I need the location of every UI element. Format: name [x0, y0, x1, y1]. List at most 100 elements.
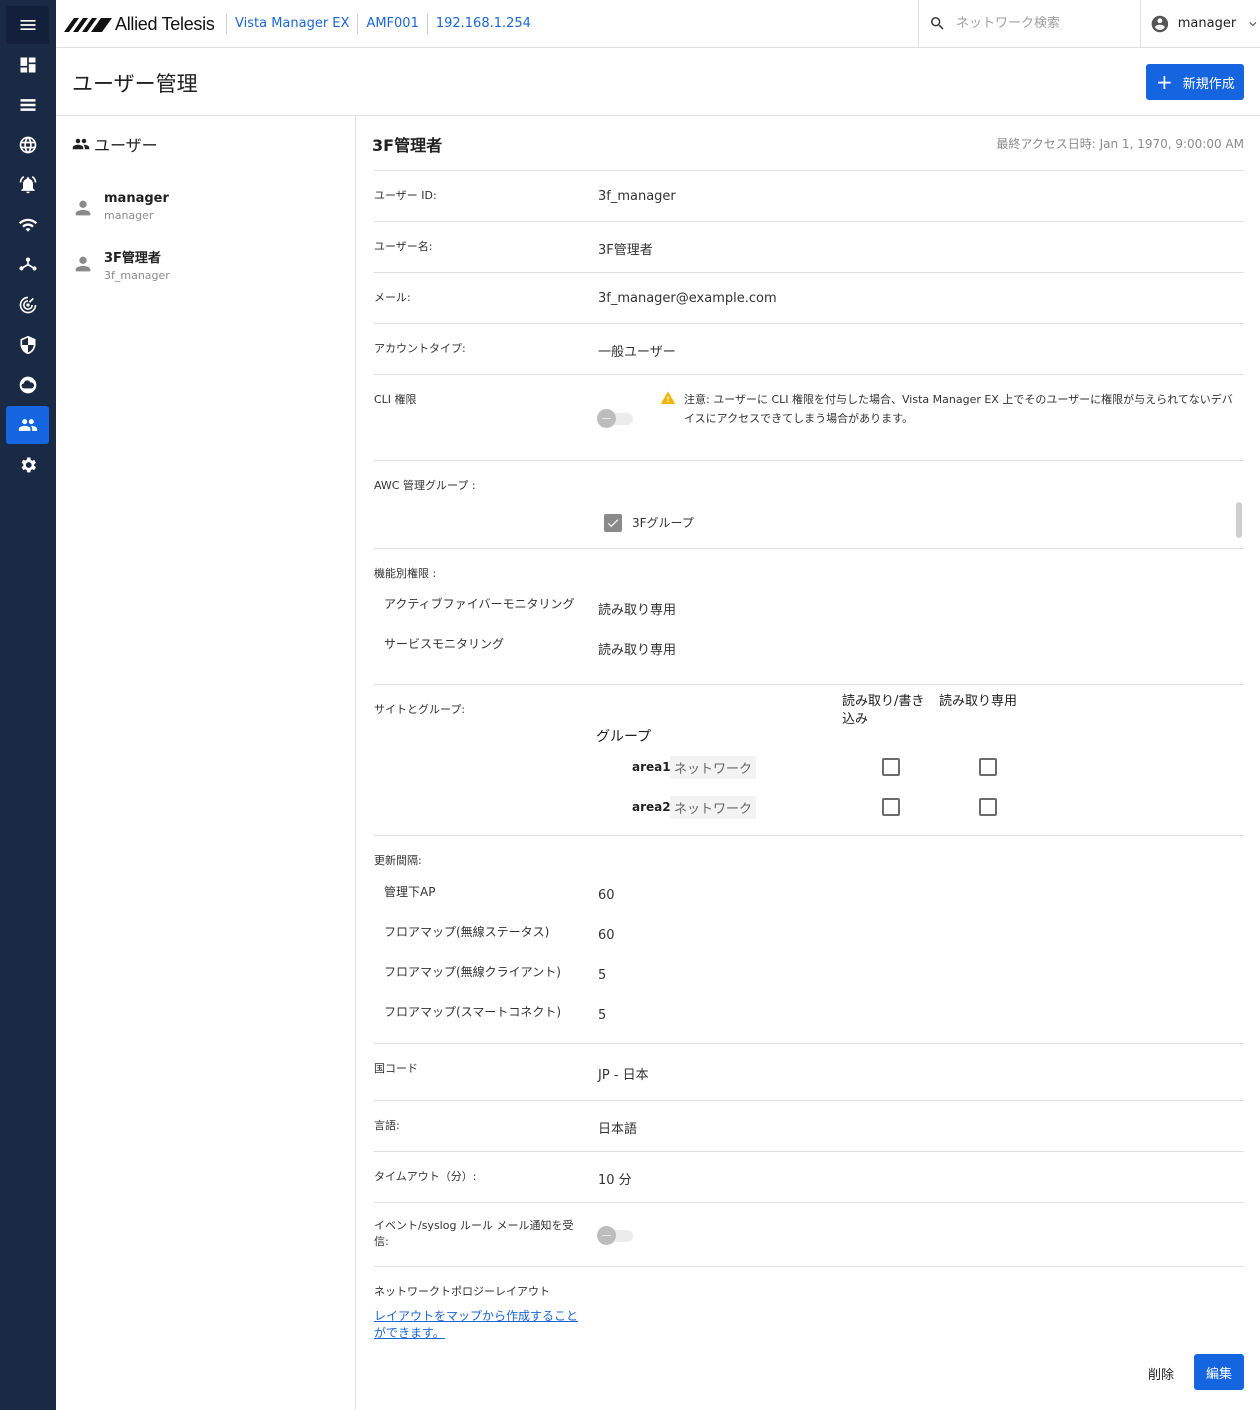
globe-icon[interactable]	[6, 126, 49, 164]
user-menu[interactable]: manager	[1140, 0, 1260, 47]
area-type-tag: ネットワーク	[670, 796, 757, 819]
breadcrumb-ip[interactable]: 192.168.1.254	[426, 14, 539, 34]
last-access: 最終アクセス日時: Jan 1, 1970, 9:00:00 AM	[996, 137, 1244, 151]
refresh-item-name: フロアマップ(スマートコネクト)	[384, 1005, 562, 1019]
delete-button[interactable]: 削除	[1148, 1364, 1174, 1383]
user-list-item[interactable]: manager manager	[72, 191, 332, 235]
timeout-label: タイムアウト（分）:	[374, 1170, 477, 1183]
security-shield-icon[interactable]	[6, 326, 49, 364]
refresh-item-name: フロアマップ(無線ステータス)	[384, 925, 550, 939]
divider	[374, 221, 1244, 222]
sites-groups-label: サイトとグループ:	[374, 703, 466, 716]
user-login-id: 3f_manager	[104, 269, 170, 282]
breadcrumb-amf[interactable]: AMF001	[357, 14, 426, 34]
topology-layout-label: ネットワークトポロジーレイアウト	[374, 1285, 550, 1298]
timeout-value: 10 分	[598, 1173, 632, 1188]
area1-read-only-checkbox[interactable]	[979, 758, 997, 776]
func-perm-value: 読み取り専用	[598, 603, 677, 618]
area-type-tag: ネットワーク	[670, 756, 757, 779]
user-login-id: manager	[104, 209, 154, 222]
menu-icon[interactable]	[6, 6, 49, 44]
current-username: manager	[1177, 16, 1237, 31]
event-mail-toggle[interactable]	[597, 1225, 633, 1245]
edit-button[interactable]: 編集	[1194, 1354, 1244, 1390]
breadcrumb: Vista Manager EX AMF001 192.168.1.254	[226, 14, 539, 34]
divider	[374, 1100, 1244, 1101]
alarm-icon[interactable]	[6, 166, 49, 204]
mail-value: 3f_manager@example.com	[598, 291, 777, 306]
mail-label: メール:	[374, 291, 411, 304]
refresh-item-name: フロアマップ(無線クライアント)	[384, 965, 561, 979]
area-name: area1	[632, 760, 671, 774]
users-icon	[72, 138, 90, 150]
divider	[374, 1266, 1244, 1267]
cli-warning-text: 注意: ユーザーに CLI 権限を付与した場合、Vista Manager EX…	[684, 393, 1233, 425]
awc-group-name: 3Fグループ	[632, 516, 694, 530]
area1-read-write-checkbox[interactable]	[882, 758, 900, 776]
person-icon	[75, 200, 91, 216]
awc-group-checkbox[interactable]	[604, 514, 622, 532]
area2-read-only-checkbox[interactable]	[979, 798, 997, 816]
dashboard-icon[interactable]	[6, 46, 49, 84]
func-perm-name: アクティブファイバーモニタリング	[384, 597, 575, 611]
wifi-icon[interactable]	[6, 206, 49, 244]
function-permission-label: 機能別権限 :	[374, 567, 437, 580]
settings-gear-icon[interactable]	[6, 446, 49, 484]
area-name: area2	[632, 800, 671, 814]
divider	[374, 460, 1244, 461]
nav-rail	[0, 0, 56, 1410]
refresh-interval-label: 更新間隔:	[374, 854, 422, 867]
cloud-icon[interactable]	[6, 366, 49, 404]
refresh-item-value: 60	[598, 888, 615, 903]
person-icon	[75, 256, 91, 272]
network-search	[918, 0, 1140, 47]
user-list-heading: ユーザー	[72, 132, 158, 156]
user-list-title: ユーザー	[94, 136, 158, 155]
allied-telesis-logo[interactable]: Allied Telesis	[64, 12, 215, 36]
column-read-write: 読み取り/書き込み	[842, 694, 925, 727]
chevron-down-icon	[1249, 21, 1257, 26]
plus-icon: +	[1156, 70, 1173, 94]
language-value: 日本語	[598, 1122, 638, 1137]
new-user-button-label: 新規作成	[1182, 76, 1235, 92]
account-type-label: アカウントタイプ:	[374, 342, 466, 355]
awc-group-label: AWC 管理グループ :	[374, 479, 476, 492]
area2-read-write-checkbox[interactable]	[882, 798, 900, 816]
users-icon[interactable]	[6, 406, 49, 444]
user-name-value: 3F管理者	[598, 243, 653, 258]
user-id-label: ユーザー ID:	[374, 189, 437, 202]
new-user-button[interactable]: + 新規作成	[1146, 64, 1244, 100]
user-display-name: manager	[104, 191, 169, 206]
column-read-only: 読み取り専用	[939, 694, 1018, 709]
refresh-item-value: 60	[598, 928, 615, 943]
user-name-label: ユーザー名:	[374, 240, 433, 253]
user-id-value: 3f_manager	[598, 189, 676, 204]
search-input[interactable]	[956, 16, 1126, 31]
topology-layout-link[interactable]: レイアウトをマップから作成することができます。	[374, 1308, 584, 1342]
language-label: 言語:	[374, 1119, 400, 1132]
breadcrumb-product[interactable]: Vista Manager EX	[226, 14, 357, 34]
divider	[374, 1043, 1244, 1044]
monitor-icon[interactable]	[6, 286, 49, 324]
divider	[374, 170, 1244, 171]
page-header: ユーザー管理 + 新規作成	[56, 48, 1260, 116]
event-mail-label: イベント/syslog ルール メール通知を受信:	[374, 1219, 574, 1248]
user-list-item[interactable]: 3F管理者 3f_manager	[72, 247, 332, 291]
page-title: ユーザー管理	[72, 72, 198, 96]
account-circle-icon	[1151, 15, 1169, 32]
awc-scrollbar[interactable]	[1236, 502, 1242, 538]
refresh-item-name: 管理下AP	[384, 885, 436, 899]
logo-text: Allied Telesis	[115, 13, 215, 34]
cli-permission-toggle[interactable]	[597, 408, 633, 428]
list-icon[interactable]	[6, 86, 49, 124]
user-display-name: 3F管理者	[104, 251, 161, 266]
detail-title: 3F管理者	[372, 136, 443, 155]
search-icon	[931, 17, 944, 30]
app-header: Allied Telesis Vista Manager EX AMF001 1…	[56, 0, 1260, 48]
logo-mark-icon	[64, 18, 112, 32]
topology-icon[interactable]	[6, 246, 49, 284]
check-icon	[607, 519, 619, 528]
cli-warning: 注意: ユーザーに CLI 権限を付与した場合、Vista Manager EX…	[660, 390, 1240, 428]
divider	[374, 323, 1244, 324]
func-perm-name: サービスモニタリング	[384, 637, 505, 651]
